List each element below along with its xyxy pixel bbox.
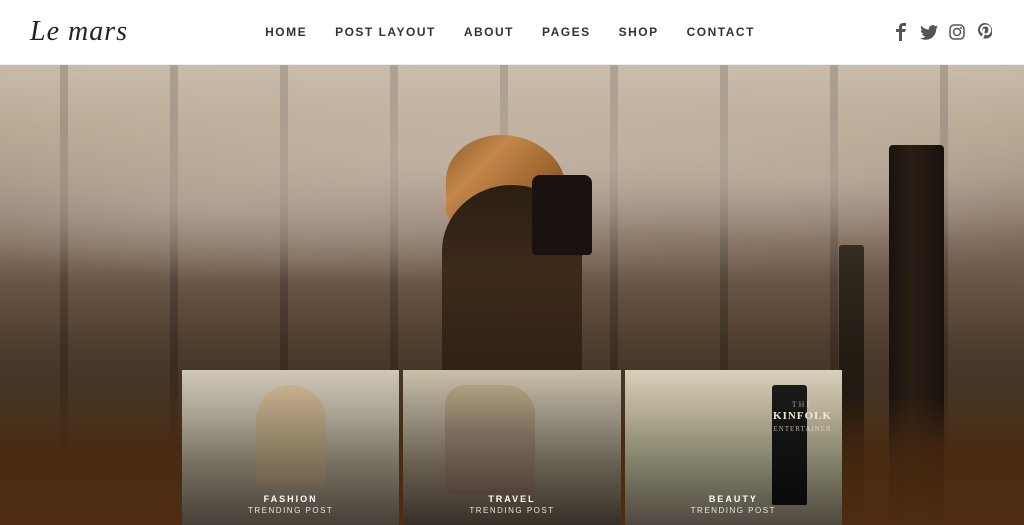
twitter-icon[interactable] xyxy=(920,23,938,41)
book-prefix: THE xyxy=(773,400,832,409)
facebook-icon[interactable] xyxy=(892,23,910,41)
card-1-subtitle: TRENDING POST xyxy=(182,506,399,515)
card-2-category: TRAVEL xyxy=(403,494,620,504)
site-header: Le mars HOME POST LAYOUT ABOUT PAGES SHO… xyxy=(0,0,1024,65)
pinterest-icon[interactable] xyxy=(976,23,994,41)
book-suffix: ENTERTAINER xyxy=(773,425,832,433)
nav-contact[interactable]: CONTACT xyxy=(687,25,755,39)
card-beauty[interactable]: THE KINFOLK ENTERTAINER BEAUTY TRENDING … xyxy=(625,370,842,525)
card-1-image xyxy=(256,385,326,485)
nav-post-layout[interactable]: POST LAYOUT xyxy=(335,25,436,39)
trending-cards: FASHION TRENDING POST TRAVEL TRENDING PO… xyxy=(182,370,842,525)
nav-shop[interactable]: SHOP xyxy=(619,25,659,39)
book-title: KINFOLK xyxy=(773,409,832,423)
card-3-category: BEAUTY xyxy=(625,494,842,504)
card-fashion[interactable]: FASHION TRENDING POST xyxy=(182,370,399,525)
card-travel[interactable]: TRAVEL TRENDING POST xyxy=(403,370,620,525)
figure-backpack xyxy=(532,175,592,255)
card-2-label: TRAVEL TRENDING POST xyxy=(403,494,620,515)
nav-home[interactable]: HOME xyxy=(265,25,307,39)
card-1-label: FASHION TRENDING POST xyxy=(182,494,399,515)
figure-silhouette xyxy=(412,135,612,405)
card-2-subtitle: TRENDING POST xyxy=(403,506,620,515)
nav-about[interactable]: ABOUT xyxy=(464,25,514,39)
card-3-subtitle: TRENDING POST xyxy=(625,506,842,515)
card-2-image xyxy=(445,385,535,495)
main-nav: HOME POST LAYOUT ABOUT PAGES SHOP CONTAC… xyxy=(128,25,892,39)
hero-background: FASHION TRENDING POST TRAVEL TRENDING PO… xyxy=(0,65,1024,525)
card-1-category: FASHION xyxy=(182,494,399,504)
hero-section: FASHION TRENDING POST TRAVEL TRENDING PO… xyxy=(0,65,1024,525)
social-links xyxy=(892,23,994,41)
book-overlay: THE KINFOLK ENTERTAINER xyxy=(773,400,832,433)
nav-pages[interactable]: PAGES xyxy=(542,25,591,39)
site-logo[interactable]: Le mars xyxy=(30,16,128,48)
instagram-icon[interactable] xyxy=(948,23,966,41)
card-3-label: BEAUTY TRENDING POST xyxy=(625,494,842,515)
